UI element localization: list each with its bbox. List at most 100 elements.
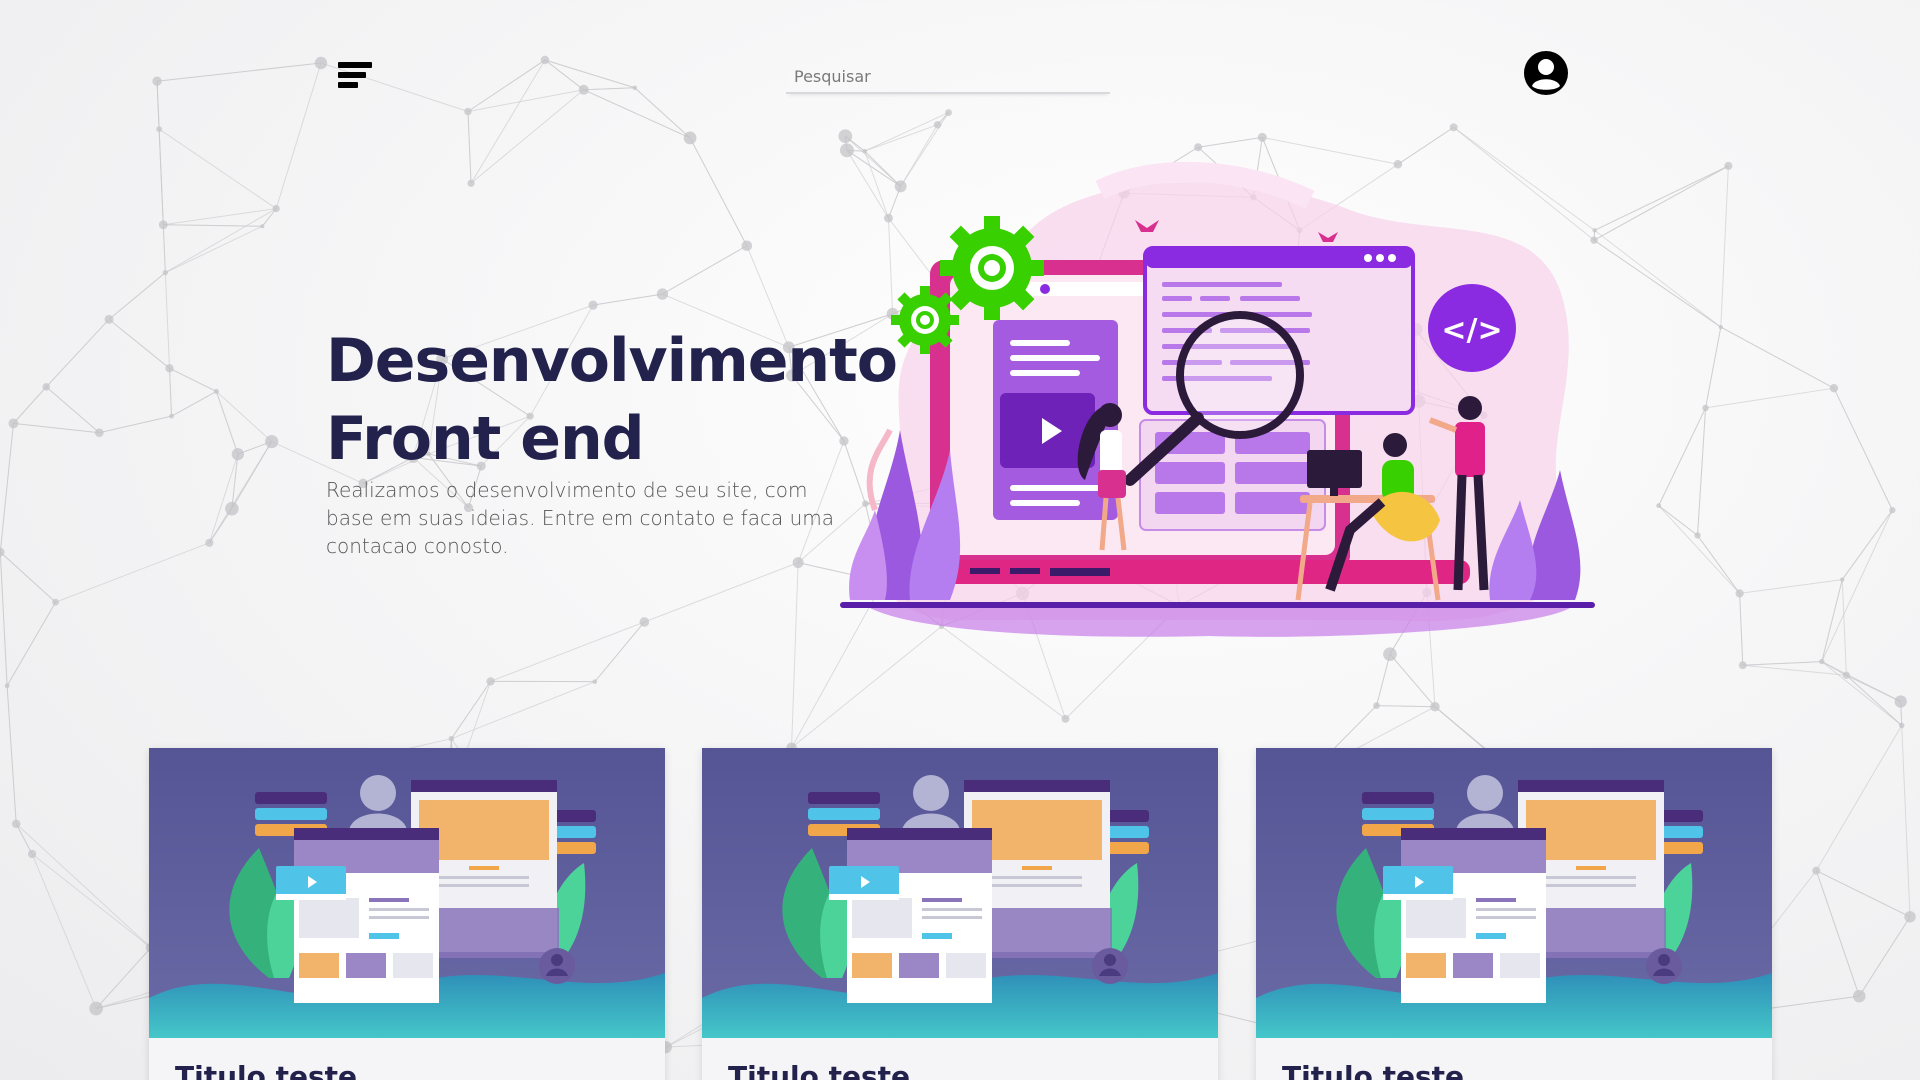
network-node xyxy=(158,220,168,230)
network-line xyxy=(55,542,210,603)
card[interactable]: Titulo teste xyxy=(702,748,1218,1080)
network-line xyxy=(1593,239,1722,328)
network-node xyxy=(1819,658,1825,665)
network-line xyxy=(1594,165,1729,231)
network-line xyxy=(45,319,110,388)
network-node xyxy=(838,129,853,144)
search-input[interactable] xyxy=(786,60,1110,94)
network-line xyxy=(165,225,263,274)
card[interactable]: Titulo teste xyxy=(149,748,665,1080)
web-layout-illustration xyxy=(702,748,1218,1038)
network-line xyxy=(208,453,239,543)
web-layout-illustration xyxy=(149,748,665,1038)
network-node xyxy=(741,240,753,252)
network-node xyxy=(1889,506,1896,514)
network-line xyxy=(1658,505,1698,536)
network-line xyxy=(0,423,14,553)
network-line xyxy=(1705,327,1722,409)
network-node xyxy=(592,679,598,684)
network-line xyxy=(275,62,322,209)
network-node xyxy=(1694,532,1701,539)
network-node xyxy=(1829,383,1839,393)
code-badge-text: </> xyxy=(1441,313,1502,348)
network-node xyxy=(1724,161,1733,170)
network-line xyxy=(1901,725,1911,917)
network-node xyxy=(1718,324,1723,330)
network-line xyxy=(169,367,217,392)
network-line xyxy=(96,995,154,1009)
network-line xyxy=(168,368,173,417)
network-node xyxy=(486,677,495,686)
network-node xyxy=(1840,577,1845,582)
network-line xyxy=(1376,654,1391,706)
network-node xyxy=(588,300,598,310)
hero-title: Desenvolvimento Front end xyxy=(326,322,898,478)
network-line xyxy=(15,823,152,949)
network-node xyxy=(225,501,239,516)
network-node xyxy=(540,55,550,65)
network-line xyxy=(1846,674,1901,702)
network-line xyxy=(467,59,546,112)
network-line xyxy=(1742,661,1822,666)
network-line xyxy=(1815,870,1860,997)
network-line xyxy=(689,137,748,246)
network-line xyxy=(1821,579,1843,662)
network-node xyxy=(1702,404,1709,412)
network-node xyxy=(656,288,669,300)
network-line xyxy=(544,59,585,91)
user-account-icon[interactable] xyxy=(1523,50,1569,96)
network-node xyxy=(4,683,10,689)
network-node xyxy=(11,819,21,829)
hero-description: Realizamos o desenvolvimento de seu site… xyxy=(326,478,834,558)
network-line xyxy=(156,62,322,82)
network-line xyxy=(156,81,160,130)
network-node xyxy=(314,56,328,70)
network-line xyxy=(162,224,166,273)
network-line xyxy=(1658,505,1741,594)
network-line xyxy=(13,422,100,434)
network-node xyxy=(464,107,472,116)
network-line xyxy=(467,111,472,184)
card-title: Titulo teste xyxy=(175,1060,358,1080)
network-node xyxy=(272,204,280,213)
network-node xyxy=(162,269,169,276)
network-line xyxy=(791,562,799,748)
network-line xyxy=(1720,165,1729,328)
network-line xyxy=(31,853,97,1009)
network-node xyxy=(1852,989,1866,1003)
network-node xyxy=(467,179,475,187)
network-node xyxy=(165,364,174,373)
network-line xyxy=(0,551,56,603)
network-line xyxy=(450,681,491,739)
hamburger-menu-icon[interactable] xyxy=(338,62,372,92)
network-line xyxy=(634,87,691,139)
network-line xyxy=(583,89,691,139)
network-line xyxy=(6,601,57,687)
network-node xyxy=(632,85,638,91)
network-node xyxy=(1061,714,1070,723)
network-line xyxy=(108,272,166,320)
network-line xyxy=(1816,870,1911,918)
web-layout-illustration xyxy=(1256,748,1772,1038)
network-line xyxy=(95,947,152,1009)
network-node xyxy=(104,314,114,324)
network-line xyxy=(1594,229,1722,328)
network-node xyxy=(1430,701,1440,712)
card[interactable]: Titulo teste xyxy=(1256,748,1772,1080)
network-line xyxy=(6,685,17,824)
network-line xyxy=(0,552,8,686)
network-line xyxy=(594,621,645,682)
network-line xyxy=(45,386,100,434)
network-node xyxy=(1449,123,1458,132)
network-line xyxy=(467,89,584,112)
network-node xyxy=(169,413,174,419)
network-line xyxy=(644,562,799,623)
network-node xyxy=(1812,866,1821,875)
network-node xyxy=(156,126,163,132)
network-node xyxy=(1904,911,1916,923)
network-line xyxy=(1846,674,1903,726)
network-line xyxy=(1705,387,1835,409)
network-node xyxy=(8,418,19,429)
network-line xyxy=(470,89,585,184)
network-line xyxy=(1658,407,1706,506)
